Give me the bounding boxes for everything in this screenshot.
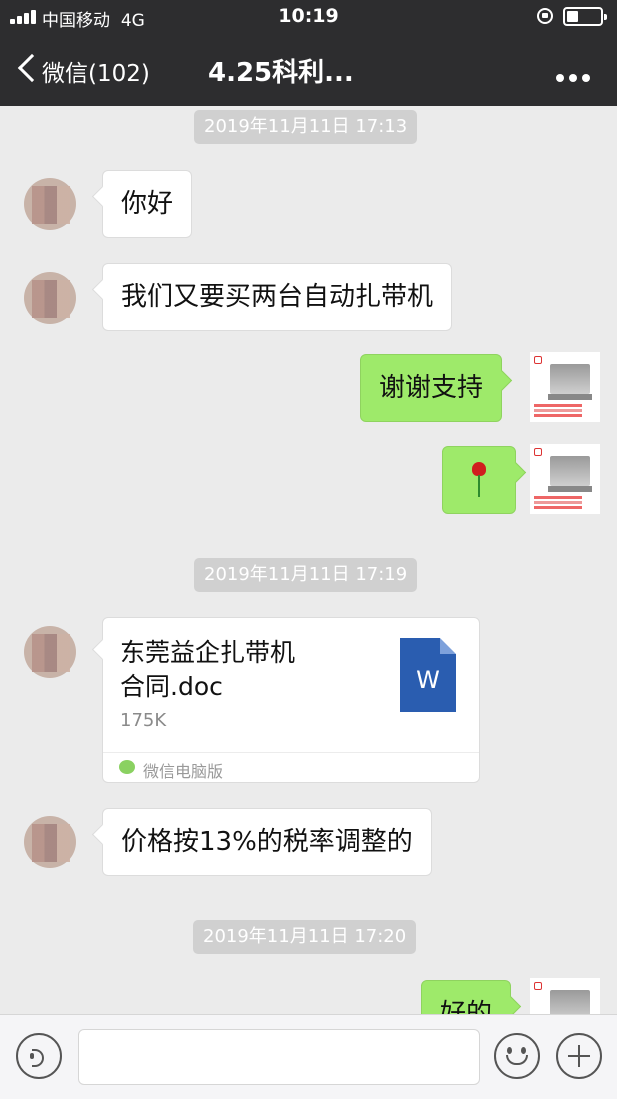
message-bubble-incoming[interactable]: 价格按13%的税率调整的 xyxy=(102,808,432,876)
avatar[interactable] xyxy=(16,168,86,240)
rotation-lock-icon xyxy=(537,8,553,24)
back-button[interactable]: 微信(102) xyxy=(42,54,150,88)
rose-emoji xyxy=(465,460,491,500)
voice-icon[interactable] xyxy=(16,1033,62,1079)
timestamp: 2019年11月11日 17:19 xyxy=(194,558,418,592)
timestamp: 2019年11月11日 17:20 xyxy=(193,920,417,954)
message-bubble-incoming[interactable]: 你好 xyxy=(102,170,193,238)
avatar[interactable] xyxy=(16,616,86,688)
battery-icon xyxy=(563,7,607,26)
chat-title: 4.25科利... xyxy=(208,58,354,88)
more-options-icon[interactable] xyxy=(556,67,595,86)
my-avatar[interactable] xyxy=(530,352,600,422)
back-chevron-icon[interactable] xyxy=(14,54,44,84)
wechat-pc-icon xyxy=(119,760,135,774)
my-avatar[interactable] xyxy=(530,444,600,514)
file-source: 微信电脑版 xyxy=(143,762,224,781)
file-name: 东莞益企扎带机 合同.doc xyxy=(120,638,296,701)
timestamp: 2019年11月11日 17:13 xyxy=(194,110,418,144)
divider xyxy=(103,752,479,753)
message-bubble-incoming[interactable]: 我们又要买两台自动扎带机 xyxy=(102,263,453,331)
emoji-icon[interactable] xyxy=(494,1033,540,1079)
status-time: 10:19 xyxy=(278,5,339,27)
message-input[interactable] xyxy=(78,1029,480,1085)
plus-icon[interactable] xyxy=(556,1033,602,1079)
message-bubble-outgoing[interactable] xyxy=(442,446,516,514)
word-doc-icon: W xyxy=(400,638,456,712)
avatar[interactable] xyxy=(16,262,86,334)
avatar[interactable] xyxy=(16,806,86,878)
input-bar xyxy=(0,1014,617,1099)
file-message[interactable]: 东莞益企扎带机 合同.doc 175K W 微信电脑版 xyxy=(102,617,480,783)
status-bar: 中国移动 4G 10:19 xyxy=(0,0,617,34)
message-bubble-outgoing[interactable]: 谢谢支持 xyxy=(360,354,503,422)
file-size: 175K xyxy=(120,710,167,731)
nav-bar: 微信(102) 4.25科利... xyxy=(0,34,617,106)
